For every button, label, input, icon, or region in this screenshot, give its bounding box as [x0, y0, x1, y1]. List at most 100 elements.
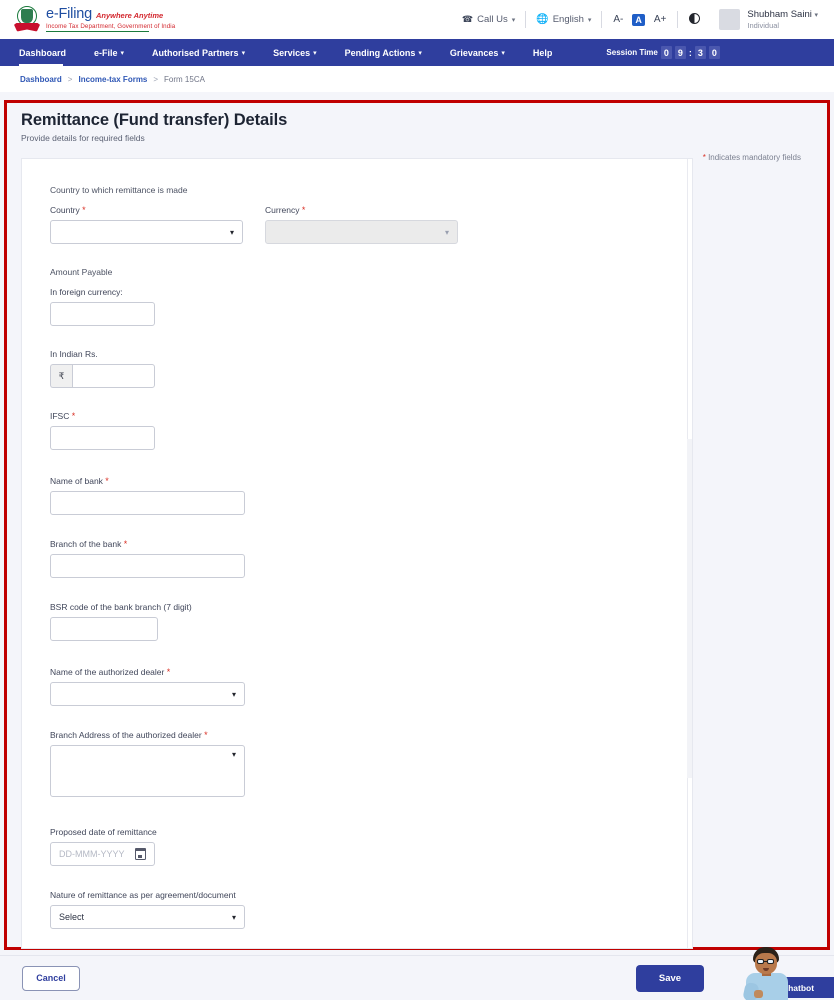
footer-action-bar: Cancel Save Chatbot: [0, 947, 834, 1000]
required-star: *: [123, 539, 128, 549]
ifsc-input[interactable]: [50, 426, 155, 450]
form-card: Country to which remittance is made Coun…: [21, 158, 693, 949]
bank-name-label: Name of bank *: [50, 476, 109, 486]
user-menu[interactable]: Shubham Saini ▾ Individual: [747, 9, 822, 30]
bsr-code-input[interactable]: [50, 617, 158, 641]
amount-section-label: Amount Payable: [50, 267, 113, 277]
font-size-controls: A- A A+: [602, 13, 677, 26]
chevron-down-icon: ▾: [511, 16, 516, 24]
required-star: *: [82, 205, 86, 215]
nav-item-authorised-partners[interactable]: Authorised Partners ▾: [138, 39, 259, 66]
contrast-icon: [689, 12, 701, 24]
nav-item-grievances[interactable]: Grievances ▾: [436, 39, 519, 66]
page-title: Remittance (Fund transfer) Details: [21, 111, 288, 129]
currency-field: Currency *: [265, 205, 458, 244]
nav-item-dashboard[interactable]: Dashboard: [14, 39, 80, 66]
language-menu[interactable]: 🌐 English ▾: [526, 14, 601, 25]
session-digit: 0: [660, 46, 672, 59]
required-star: *: [204, 730, 208, 740]
efiling-logo[interactable]: e-Filing Anywhere Anytime Income Tax Dep…: [14, 5, 175, 35]
breadcrumb-item-dashboard[interactable]: Dashboard: [20, 75, 62, 84]
contrast-toggle-button[interactable]: [678, 11, 711, 29]
breadcrumb-item-income-tax-forms[interactable]: Income-tax Forms: [78, 75, 147, 84]
chatbot-avatar-icon: [742, 945, 790, 1000]
breadcrumb-item-form-15ca: Form 15CA: [164, 74, 205, 84]
dealer-name-label: Name of the authorized dealer *: [50, 667, 171, 677]
avatar[interactable]: [719, 9, 741, 30]
country-label: Country *: [50, 205, 86, 215]
currency-select[interactable]: [265, 220, 458, 244]
highlight-region: Remittance (Fund transfer) Details Provi…: [4, 100, 830, 950]
breadcrumb-separator: >: [153, 74, 159, 84]
user-role: Individual: [747, 20, 780, 30]
font-normal-button[interactable]: A: [632, 13, 645, 26]
required-star: *: [301, 205, 306, 215]
chevron-down-icon: ▾: [587, 16, 592, 24]
foreign-currency-field: In foreign currency:: [50, 287, 692, 326]
nature-of-remittance-label: Nature of remittance as per agreement/do…: [50, 890, 236, 900]
nav-item-efile[interactable]: e-File ▾: [80, 39, 138, 66]
national-emblem-icon: [14, 5, 40, 35]
dealer-address-select[interactable]: [50, 745, 245, 797]
form-body: Country to which remittance is made Coun…: [22, 159, 692, 948]
chatbot-widget[interactable]: Chatbot: [740, 944, 834, 1000]
page-header: Remittance (Fund transfer) Details Provi…: [7, 103, 827, 143]
calendar-icon[interactable]: [134, 848, 147, 860]
cancel-button[interactable]: Cancel: [22, 965, 80, 991]
foreign-currency-label: In foreign currency:: [50, 287, 123, 297]
brand-tagline: Anywhere Anytime: [95, 11, 164, 21]
branch-input[interactable]: [50, 554, 245, 578]
globe-icon: 🌐: [536, 14, 549, 25]
user-name: Shubham Saini ▾: [747, 8, 818, 20]
chevron-down-icon: ▾: [120, 49, 125, 57]
chevron-down-icon: ▾: [241, 49, 246, 57]
proposed-date-field: Proposed date of remittance DD-MMM-YYYY: [50, 827, 692, 866]
brand-rule: [46, 30, 149, 32]
breadcrumb-separator: >: [67, 74, 73, 84]
brand-name: e-Filing: [46, 6, 92, 23]
bank-name-field: Name of bank *: [50, 476, 692, 515]
form-scrollbar[interactable]: [687, 159, 692, 948]
breadcrumb: Dashboard > Income-tax Forms > Form 15CA: [0, 66, 834, 92]
session-timer-label: Session Time: [606, 48, 658, 57]
brand-text: e-Filing Anywhere Anytime Income Tax Dep…: [46, 7, 175, 32]
dealer-address-label: Branch Address of the authorized dealer …: [50, 730, 208, 740]
indian-rupee-input[interactable]: [72, 364, 155, 388]
nav-item-services[interactable]: Services ▾: [259, 39, 331, 66]
nav-active-indicator: [19, 63, 63, 66]
chevron-down-icon: ▾: [313, 49, 317, 57]
bank-name-input[interactable]: [50, 491, 245, 515]
nav-item-pending-actions[interactable]: Pending Actions ▾: [331, 39, 436, 66]
top-header: e-Filing Anywhere Anytime Income Tax Dep…: [0, 0, 834, 39]
session-digit: 0: [708, 46, 720, 59]
dealer-name-select[interactable]: [50, 682, 245, 706]
brand-department: Income Tax Department, Government of Ind…: [46, 22, 176, 30]
bsr-code-field: BSR code of the bank branch (7 digit): [50, 602, 692, 641]
font-decrease-button[interactable]: A-: [613, 14, 623, 25]
proposed-date-input[interactable]: DD-MMM-YYYY: [50, 842, 155, 866]
foreign-currency-input[interactable]: [50, 302, 155, 326]
indian-rupee-label: In Indian Rs.: [50, 349, 98, 359]
mandatory-note-text: Indicates mandatory fields: [708, 153, 801, 162]
ifsc-label: IFSC *: [50, 411, 76, 421]
scrollbar-thumb[interactable]: [687, 159, 692, 439]
scrollbar-thumb-lower[interactable]: [687, 778, 692, 948]
ifsc-field: IFSC *: [50, 411, 692, 450]
main-navigation: Dashboard e-File ▾ Authorised Partners ▾ S…: [0, 39, 834, 66]
font-increase-button[interactable]: A+: [654, 14, 667, 25]
indian-rupee-field: In Indian Rs. ₹: [50, 349, 692, 388]
nature-of-remittance-select[interactable]: Select: [50, 905, 245, 929]
call-us-menu[interactable]: ☎ Call Us ▾: [452, 14, 525, 25]
language-label: English: [552, 14, 584, 25]
country-select[interactable]: [50, 220, 243, 244]
currency-label: Currency *: [265, 205, 306, 215]
country-section-label: Country to which remittance is made: [50, 185, 188, 195]
branch-label: Branch of the bank *: [50, 539, 128, 549]
session-digit: 3: [694, 46, 706, 59]
nav-item-help[interactable]: Help: [519, 39, 567, 66]
call-us-label: Call Us: [477, 14, 508, 25]
required-star: *: [166, 667, 171, 677]
branch-field: Branch of the bank *: [50, 539, 692, 578]
save-button[interactable]: Save: [636, 964, 704, 992]
rupee-icon: ₹: [50, 364, 72, 388]
